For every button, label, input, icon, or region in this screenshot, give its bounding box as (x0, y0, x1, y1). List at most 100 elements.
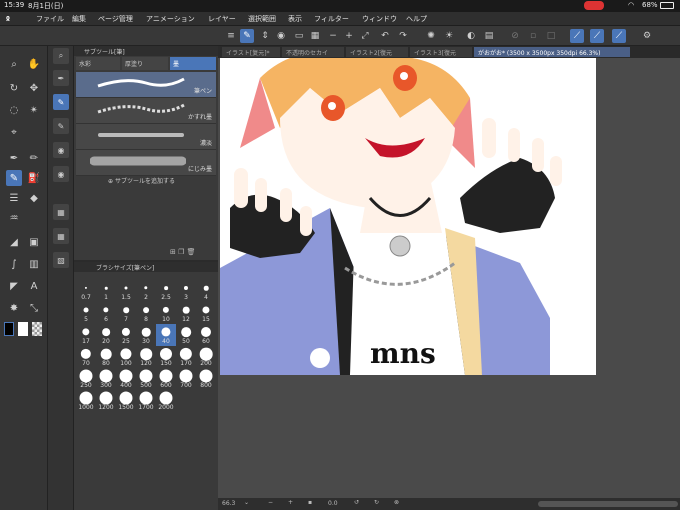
subtool-shortcut-2[interactable]: ✎ (53, 94, 69, 110)
text-tool-icon[interactable]: A (26, 278, 42, 294)
undo-icon[interactable]: ↶ (378, 29, 392, 43)
brush-size-option[interactable]: 400 (116, 368, 136, 390)
menu-filter[interactable]: フィルター (314, 14, 349, 24)
tab-document-4[interactable]: イラスト3[復元 (410, 47, 472, 57)
brush-size-option[interactable]: 10 (156, 302, 176, 324)
layer-select-icon[interactable]: ▤ (482, 29, 496, 43)
brush-size-option[interactable]: 170 (176, 346, 196, 368)
brush-size-option[interactable]: 1000 (76, 390, 96, 412)
rotate-left-icon[interactable]: ↺ (354, 499, 359, 506)
brush-size-option[interactable]: 4 (196, 280, 216, 302)
decoration-icon[interactable]: ☰ (6, 190, 22, 206)
brush-size-option[interactable]: 100 (116, 346, 136, 368)
brush-size-option[interactable]: 6 (96, 302, 116, 324)
horizontal-scrollbar[interactable] (538, 501, 678, 507)
menu-animation[interactable]: アニメーション (146, 14, 195, 24)
brush-item-nijimi[interactable]: にじみ墨 (76, 150, 216, 176)
menu-window[interactable]: ウィンドウ (362, 14, 397, 24)
brush-size-option[interactable]: 300 (96, 368, 116, 390)
brush-size-option[interactable]: 2 (136, 280, 156, 302)
camera-icon[interactable]: ◉ (274, 29, 288, 43)
frame-icon[interactable]: ▥ (26, 256, 42, 272)
rotate-right-icon[interactable]: ↻ (374, 499, 379, 506)
menu-view[interactable]: 表示 (288, 14, 302, 24)
hand-tool-icon[interactable]: ✋ (26, 56, 42, 72)
add-subtool-button[interactable]: ⊕ サブツールを追加する (108, 176, 175, 185)
pen-tool-icon[interactable]: ✒ (6, 150, 22, 166)
zoom-minus-icon[interactable]: − (268, 499, 273, 506)
brush-size-option[interactable]: 8 (136, 302, 156, 324)
main-color-swatch[interactable] (4, 322, 14, 336)
brush-size-option[interactable]: 2000 (156, 390, 176, 412)
search-icon[interactable]: ⌕ (53, 48, 69, 64)
brush-size-option[interactable]: 0.7 (76, 280, 96, 302)
brush-tool-icon[interactable]: ✎ (240, 29, 254, 43)
transparent-swatch[interactable] (32, 322, 42, 336)
airbrush-icon[interactable]: ⛽ (26, 170, 42, 186)
border-icon[interactable]: □ (544, 29, 558, 43)
brush-size-option[interactable]: 200 (196, 346, 216, 368)
menu-help[interactable]: ヘルプ (406, 14, 427, 24)
brush-item-fude-pen[interactable]: 筆ペン (76, 72, 216, 98)
brush-item-noutan[interactable]: 濃淡 (76, 124, 216, 150)
brush-size-option[interactable]: 17 (76, 324, 96, 346)
eraser-icon[interactable]: ◆ (26, 190, 42, 206)
subtool-shortcut-1[interactable]: ✒ (53, 70, 69, 86)
ruler-tool-icon[interactable]: ◤ (6, 278, 22, 294)
brush-size-option[interactable]: 60 (196, 324, 216, 346)
eyedropper-icon[interactable]: ⌖ (6, 124, 22, 140)
redo-icon[interactable]: ↷ (396, 29, 410, 43)
brush-size-option[interactable]: 2.5 (156, 280, 176, 302)
zoom-chevron-icon[interactable]: ⌄ (244, 499, 249, 506)
stabilizer-icon[interactable]: ⟋ (570, 29, 584, 43)
tab-ink[interactable]: 墨 (170, 57, 216, 70)
brush-size-option[interactable]: 700 (176, 368, 196, 390)
brush-size-option[interactable]: 40 (156, 324, 176, 346)
magic-wand-icon[interactable]: ✴ (26, 102, 42, 118)
brush-size-option[interactable]: 7 (116, 302, 136, 324)
pencil-tool-icon[interactable]: ✏ (26, 150, 42, 166)
zoom-plus-icon[interactable]: + (288, 499, 293, 506)
fill-tool-icon[interactable]: ◢ (6, 234, 22, 250)
subtool-shortcut-5[interactable]: ◉ (53, 166, 69, 182)
zoom-value[interactable]: 66.3 (222, 500, 235, 507)
angle-value[interactable]: 0.0 (328, 500, 338, 507)
brush-size-option[interactable]: 1700 (136, 390, 156, 412)
fill-icon[interactable]: ◐ (464, 29, 478, 43)
brush-size-option[interactable]: 600 (156, 368, 176, 390)
brush-size-option[interactable]: 500 (136, 368, 156, 390)
brush-size-option[interactable]: 1500 (116, 390, 136, 412)
blend-icon[interactable]: ♒ (6, 210, 22, 226)
brush-size-option[interactable]: 120 (136, 346, 156, 368)
subtool-shortcut-7[interactable]: ▦ (53, 228, 69, 244)
brush-size-option[interactable]: 15 (196, 302, 216, 324)
tab-document-active[interactable]: がおがお* (3500 x 3500px 350dpi 66.3%) (474, 47, 630, 57)
gradient-icon[interactable]: ▣ (26, 234, 42, 250)
layer-icon[interactable]: ▭ (292, 29, 306, 43)
brush-size-option[interactable]: 30 (136, 324, 156, 346)
tab-document-2[interactable]: 不透明のセカイ (282, 47, 344, 57)
menu-icon[interactable]: ≡ (224, 29, 238, 43)
zoom-fit-icon[interactable]: ▪ (308, 499, 312, 506)
menu-page[interactable]: ページ管理 (98, 14, 133, 24)
brush-size-option[interactable]: 20 (96, 324, 116, 346)
zoom-out-icon[interactable]: − (326, 29, 340, 43)
balloon-icon[interactable]: ✸ (6, 300, 22, 316)
chevron-updown-icon[interactable]: ⇕ (258, 29, 272, 43)
ruler-off-icon[interactable]: ⊘ (508, 29, 522, 43)
brush-item-kasure[interactable]: かすれ墨 (76, 98, 216, 124)
brush-size-option[interactable]: 5 (76, 302, 96, 324)
figure-icon[interactable]: ∫ (6, 256, 22, 272)
new-subtool-icon[interactable]: ⊞ (170, 248, 176, 256)
tab-document-3[interactable]: イラスト2[復元 (346, 47, 408, 57)
lasso-tool-icon[interactable]: ◌ (6, 102, 22, 118)
tab-thick-paint[interactable]: 厚塗り (122, 57, 168, 70)
zoom-in-icon[interactable]: + (342, 29, 356, 43)
app-logo-icon[interactable]: ჲ (6, 14, 10, 22)
fit-icon[interactable]: ⤢ (358, 29, 372, 43)
brush-size-option[interactable]: 150 (156, 346, 176, 368)
grid-icon[interactable]: ▦ (308, 29, 322, 43)
brush-size-option[interactable]: 12 (176, 302, 196, 324)
rotate-reset-icon[interactable]: ⊗ (394, 499, 399, 506)
clear-icon[interactable]: ▫ (526, 29, 540, 43)
